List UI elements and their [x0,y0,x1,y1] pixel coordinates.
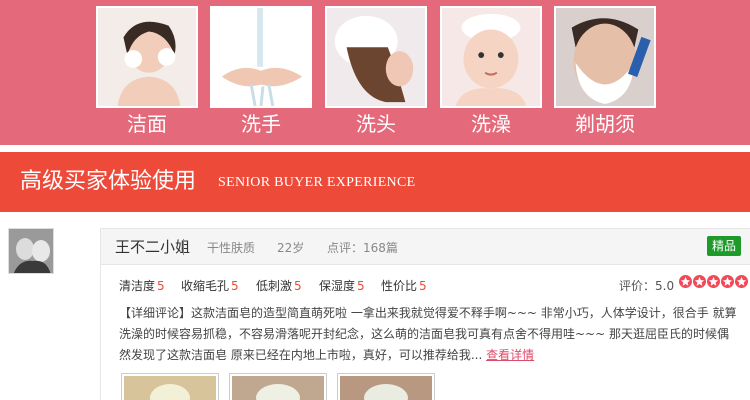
avatar[interactable] [8,228,54,274]
star-icon [721,275,734,288]
usage-item-bath: 洗澡 [440,6,542,136]
usage-label-hands: 洗手 [241,112,281,136]
usage-label-hair: 洗头 [356,112,396,136]
rating-pores: 收缩毛孔 5 [181,279,239,293]
ratings-row: 清洁度 5 收缩毛孔 5 低刺激 5 保湿度 5 性价比 5 评价：5.0 [119,275,750,297]
star-icon [707,275,720,288]
usage-label-bath: 洗澡 [471,112,511,136]
banner-title-en: SENIOR BUYER EXPERIENCE [218,175,416,190]
face-wash-photo [96,6,198,108]
usage-label-face: 洁面 [127,112,167,136]
senior-buyer-banner: 高级买家体验使用 SENIOR BUYER EXPERIENCE [0,152,750,212]
review-text: 【详细评论】这款洁面皂的造型简直萌死啦 一拿出来我就觉得爱不释手啊~~~ 非常小… [119,303,739,366]
review-card: 王不二小姐 干性肤质 22岁 点评：168篇 精品 清洁度 5 收缩毛孔 5 低刺激… [0,212,750,400]
shave-photo [554,6,656,108]
usage-item-hair: 洗头 [325,6,427,136]
rating-cleanliness: 清洁度 5 [119,279,165,293]
hair-wash-photo [325,6,427,108]
featured-badge: 精品 [707,236,741,256]
usage-label-shave: 剃胡须 [575,112,635,136]
review-photos [121,373,451,400]
rating-moisture: 保湿度 5 [319,279,365,293]
skin-type: 干性肤质 [207,241,256,255]
name-separator [183,239,184,255]
review-photo-2[interactable] [229,373,327,400]
review-count: 点评：168篇 [327,241,398,255]
rating-irritation: 低刺激 5 [256,279,302,293]
star-icon [735,275,748,288]
usage-item-shave: 剃胡须 [554,6,656,136]
star-icon [693,275,706,288]
divider-strip [0,145,750,152]
review-panel: 王不二小姐 干性肤质 22岁 点评：168篇 精品 清洁度 5 收缩毛孔 5 低刺激… [100,228,750,400]
view-details-link[interactable]: 查看详情 [486,348,534,362]
review-photo-3[interactable] [337,373,435,400]
bath-photo [440,6,542,108]
review-body: 【详细评论】这款洁面皂的造型简直萌死啦 一拿出来我就觉得爱不释手啊~~~ 非常小… [119,306,737,362]
usage-item-face: 洁面 [96,6,198,136]
overall-score: 评价：5.0 [619,279,675,293]
star-icon [679,275,692,288]
reviewer-name[interactable]: 王不二小姐 [115,237,190,257]
usage-item-hands: 洗手 [210,6,312,136]
rating-value: 性价比 5 [381,279,427,293]
hand-wash-photo [210,6,312,108]
review-photo-1[interactable] [121,373,219,400]
reviewer-info-row: 王不二小姐 干性肤质 22岁 点评：168篇 精品 [101,229,750,265]
reviewer-age: 22岁 [277,241,305,255]
star-rating [679,275,750,293]
banner-title-cn: 高级买家体验使用 [20,169,197,194]
usage-band: 洁面 洗手 洗头 洗澡 剃胡须 [0,0,750,145]
